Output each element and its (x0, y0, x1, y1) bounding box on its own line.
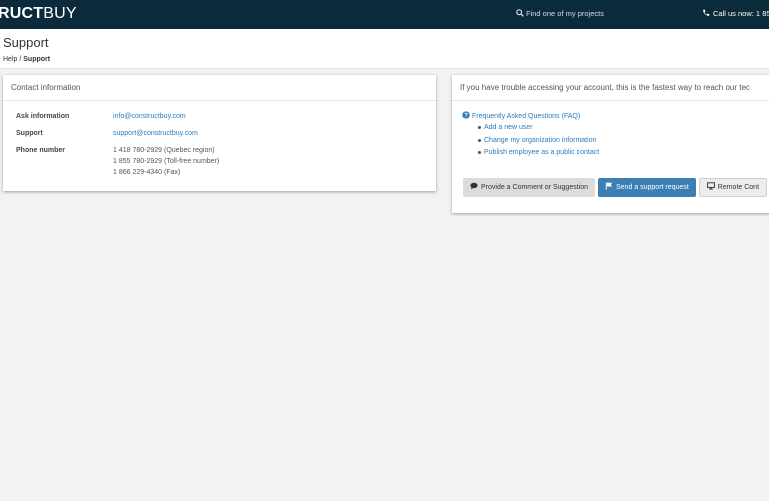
question-circle-icon (462, 111, 470, 119)
faq-link[interactable]: Frequently Asked Questions (FAQ) (462, 111, 599, 121)
phone-quebec: 1 418 780-2929 (Quebec region) (113, 147, 215, 154)
contact-information-card: Contact information Ask information info… (3, 75, 436, 191)
flag-icon (605, 182, 613, 190)
find-projects-label: Find one of my projects (526, 9, 604, 18)
top-navbar: RUCTBUY Find one of my projects Call us … (0, 0, 769, 29)
breadcrumb: Help / Support (3, 55, 50, 64)
faq-title: Frequently Asked Questions (FAQ) (472, 113, 581, 120)
search-icon (516, 9, 524, 17)
phone-icon (703, 9, 710, 16)
faq-item-change-organization[interactable]: Change my organization information (478, 136, 599, 149)
page-header: Support Help / Support (0, 29, 769, 69)
logo-text-light: BUY (43, 5, 77, 22)
support-label: Support (16, 130, 43, 137)
remote-control-button[interactable]: Remote Cont (698, 178, 768, 197)
phone-fax: 1 866 229-4340 (Fax) (113, 169, 181, 176)
send-support-request-button[interactable]: Send a support request (598, 178, 696, 197)
help-card-intro: If you have trouble accessing your accou… (452, 75, 769, 101)
phone-number-label: Phone number (16, 147, 66, 154)
faq-item-publish-employee[interactable]: Publish employee as a public contact (478, 148, 599, 161)
send-support-request-label: Send a support request (616, 184, 689, 191)
support-actions: Provide a Comment or Suggestion Send a su… (463, 178, 768, 197)
call-us-label: Call us now: 1 85 (713, 9, 769, 18)
provide-comment-button[interactable]: Provide a Comment or Suggestion (463, 178, 595, 197)
phone-number-values: 1 418 780-2929 (Quebec region) 1 855 780… (113, 146, 413, 179)
ask-information-label: Ask information (16, 113, 70, 120)
faq-section: Frequently Asked Questions (FAQ) Add a n… (462, 111, 599, 161)
monitor-icon (706, 182, 715, 190)
breadcrumb-current: Support (23, 56, 51, 63)
faq-item-add-user[interactable]: Add a new user (478, 123, 599, 136)
remote-control-label: Remote Cont (717, 184, 760, 191)
comment-icon (470, 182, 478, 190)
page-title: Support (3, 35, 49, 50)
constructbuy-logo[interactable]: RUCTBUY (0, 5, 77, 23)
info-email-link[interactable]: info@constructbuy.com (113, 113, 186, 120)
breadcrumb-help-link[interactable]: Help (3, 56, 17, 63)
phone-toll-free: 1 855 780-2929 (Toll-free number) (113, 158, 220, 165)
faq-list: Add a new user Change my organization in… (478, 123, 599, 161)
find-projects-link[interactable]: Find one of my projects (516, 9, 604, 19)
logo-text-bold: RUCT (0, 5, 44, 22)
support-help-card: If you have trouble accessing your accou… (452, 75, 769, 213)
support-email-link[interactable]: support@constructbuy.com (113, 130, 198, 137)
call-us-link[interactable]: Call us now: 1 85 (702, 9, 769, 19)
contact-card-title: Contact information (3, 75, 436, 101)
provide-comment-label: Provide a Comment or Suggestion (481, 184, 588, 191)
